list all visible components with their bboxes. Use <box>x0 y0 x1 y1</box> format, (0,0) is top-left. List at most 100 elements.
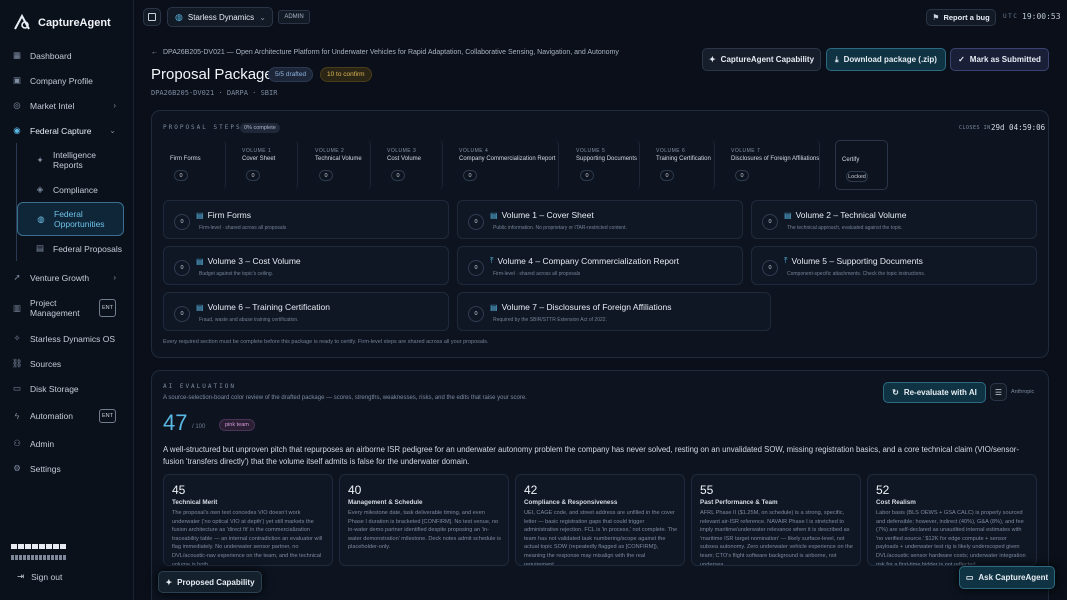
steps-footnote: Every required section must be complete … <box>163 339 489 345</box>
card-title: Volume 3 – Cost Volume <box>207 256 301 266</box>
card-title: Volume 4 – Company Commercialization Rep… <box>497 256 679 266</box>
sidebar-item-venture-growth[interactable]: ➚ Venture Growth › <box>0 265 134 290</box>
chevron-down-icon: ⌄ <box>259 12 266 22</box>
evaluation-label: AI EVALUATION <box>163 383 236 390</box>
report-bug-button[interactable]: ⚑ Report a bug <box>926 9 996 26</box>
criterion-label: Past Performance & Team <box>700 499 778 506</box>
sidebar-nav: ▦ Dashboard ▣ Company Profile ◎ Market Inte… <box>0 43 134 481</box>
sidebar-item-starless-os[interactable]: ✧ Starless Dynamics OS <box>0 326 134 351</box>
button-label: Re-evaluate with AI <box>903 388 977 397</box>
step-name: Technical Volume <box>315 156 362 162</box>
globe-icon: ◍ <box>37 214 45 224</box>
sign-out-button[interactable]: ⇥ Sign out <box>17 571 62 582</box>
toggle-sidebar-button[interactable] <box>143 8 161 26</box>
step-name: Company Commercialization Report <box>459 156 556 162</box>
volume-card-7[interactable]: 0 ▤ Volume 6 – Training Certification Fraud… <box>163 292 449 331</box>
document-icon: ▤ <box>196 210 204 220</box>
document-icon: ▤ <box>196 302 204 312</box>
globe-icon: ◍ <box>175 11 183 22</box>
sidebar-item-intelligence-reports[interactable]: ✦ Intelligence Reports <box>17 143 134 177</box>
volume-card-5[interactable]: 0 ⤒ Volume 4 – Company Commercialization R… <box>457 246 743 285</box>
ent-badge: ENT <box>99 299 116 317</box>
step-7[interactable]: VOLUME 6 Training Certification 0 <box>650 140 715 190</box>
step-2[interactable]: VOLUME 1 Cover Sheet 0 <box>236 140 298 190</box>
document-icon: ▤ <box>784 210 792 220</box>
volume-card-6[interactable]: 0 ⤒ Volume 5 – Supporting Documents Compone… <box>751 246 1037 285</box>
step-1[interactable]: Firm Forms 0 <box>164 140 226 190</box>
volume-card-8[interactable]: 0 ▤ Volume 7 – Disclosures of Foreign Affi… <box>457 292 771 331</box>
proposed-capability-button[interactable]: ✦ Proposed Capability <box>158 571 262 593</box>
criterion-card-5: 52 Cost Realism Labor basis (BLS OEWS + GS… <box>867 474 1037 566</box>
check-circle-icon: ✓ <box>958 55 965 64</box>
breadcrumb[interactable]: ← DPA26B205-DV021 — Open Architecture Pla… <box>151 49 619 56</box>
download-package-button[interactable]: ⤓ Download package (.zip) <box>826 48 946 71</box>
card-title: Volume 5 – Supporting Documents <box>791 256 923 266</box>
sidebar-item-disk-storage[interactable]: ▭ Disk Storage <box>0 376 134 401</box>
criterion-score: 55 <box>700 483 714 497</box>
provider-label: Anthropic <box>1011 389 1035 395</box>
proposal-meta: DPA26B205-DV021 · DARPA · SBIR <box>151 89 278 97</box>
sidebar-item-automation[interactable]: ϟ Automation ENT <box>0 401 134 431</box>
criterion-score: 42 <box>524 483 538 497</box>
sidebar-item-settings[interactable]: ⚙ Settings <box>0 456 134 481</box>
workspace-selector[interactable]: ◍ Starless Dynamics ⌄ <box>167 7 273 27</box>
card-count: 0 <box>174 306 190 322</box>
sparkle-icon: ✧ <box>13 333 21 343</box>
step-6[interactable]: VOLUME 5 Supporting Documents 0 <box>570 140 640 190</box>
card-subtitle: Budget against the topic's ceiling. <box>199 271 274 277</box>
sidebar-item-market-intel[interactable]: ◎ Market Intel › <box>0 93 134 118</box>
usage-meter-secondary <box>11 555 67 560</box>
sidebar-item-compliance[interactable]: ◈ Compliance <box>17 177 134 202</box>
volume-card-1[interactable]: 0 ▤ Firm Forms Firm-level · shared across a… <box>163 200 449 239</box>
card-count: 0 <box>468 214 484 230</box>
volume-card-2[interactable]: 0 ▤ Volume 1 – Cover Sheet Public informati… <box>457 200 743 239</box>
sidebar-item-federal-proposals[interactable]: ▤ Federal Proposals <box>17 236 134 261</box>
step-count: 0 <box>580 170 594 181</box>
card-subtitle: Firm-level · shared across all proposals <box>493 271 581 277</box>
card-count: 0 <box>468 306 484 322</box>
captureagent-capability-button[interactable]: ✦ CaptureAgent Capability <box>702 48 821 71</box>
step-4[interactable]: VOLUME 3 Cost Volume 0 <box>381 140 443 190</box>
ask-captureagent-button[interactable]: ▭ Ask CaptureAgent <box>959 566 1055 589</box>
volume-card-3[interactable]: 0 ▤ Volume 2 – Technical Volume The technic… <box>751 200 1037 239</box>
sidebar-item-dashboard[interactable]: ▦ Dashboard <box>0 43 134 68</box>
back-arrow-icon: ← <box>151 49 158 56</box>
sidebar-item-sources[interactable]: ⛓ Sources <box>0 351 134 376</box>
model-settings-button[interactable]: ☰ <box>990 383 1007 401</box>
sidebar-item-federal-capture[interactable]: ◉ Federal Capture ⌄ <box>0 118 134 143</box>
utc-clock: 19:00:53 <box>1022 12 1061 21</box>
button-label: Ask CaptureAgent <box>978 573 1049 582</box>
criterion-label: Management & Schedule <box>348 499 423 506</box>
brand-logo[interactable]: CaptureAgent <box>12 13 111 33</box>
step-count: 0 <box>660 170 674 181</box>
sidebar-item-federal-opportunities[interactable]: ◍ Federal Opportunities <box>17 202 124 236</box>
report-bug-label: Report a bug <box>943 13 990 22</box>
sidebar-item-label: Federal Opportunities <box>54 209 105 229</box>
volume-card-4[interactable]: 0 ▤ Volume 3 – Cost Volume Budget against t… <box>163 246 449 285</box>
reevaluate-button[interactable]: ↻ Re-evaluate with AI <box>883 382 986 403</box>
step-name: Certify <box>842 157 860 163</box>
step-8[interactable]: VOLUME 7 Disclosures of Foreign Affiliati… <box>725 140 820 190</box>
upload-icon: ⤒ <box>784 256 788 265</box>
step-name: Cover Sheet <box>242 156 276 162</box>
sidebar-item-label: Starless Dynamics OS <box>30 333 116 344</box>
criterion-score: 40 <box>348 483 362 497</box>
sidebar-item-admin[interactable]: ⚇ Admin <box>0 431 134 456</box>
sidebar: CaptureAgent ▦ Dashboard ▣ Company Profile… <box>0 0 134 600</box>
sidebar-item-project-management[interactable]: ▥ Project Management ENT <box>0 290 134 326</box>
step-3[interactable]: VOLUME 2 Technical Volume 0 <box>309 140 371 190</box>
step-name: Firm Forms <box>170 156 201 162</box>
criterion-label: Compliance & Responsiveness <box>524 499 618 506</box>
step-5[interactable]: VOLUME 4 Company Commercialization Report… <box>453 140 559 190</box>
card-count: 0 <box>174 260 190 276</box>
download-icon: ⤓ <box>835 54 839 64</box>
criterion-body: UEI, CAGE code, and street address are u… <box>524 510 678 566</box>
card-title: Volume 2 – Technical Volume <box>795 210 907 220</box>
sidebar-item-label: Admin <box>30 438 55 449</box>
step-9[interactable]: Certify Locked <box>835 140 888 190</box>
criterion-score: 45 <box>172 483 186 497</box>
sidebar-item-label: Dashboard <box>30 50 72 61</box>
sidebar-item-company-profile[interactable]: ▣ Company Profile <box>0 68 134 93</box>
breadcrumb-text: DPA26B205-DV021 — Open Architecture Plat… <box>163 49 619 56</box>
mark-submitted-button[interactable]: ✓ Mark as Submitted <box>950 48 1049 71</box>
